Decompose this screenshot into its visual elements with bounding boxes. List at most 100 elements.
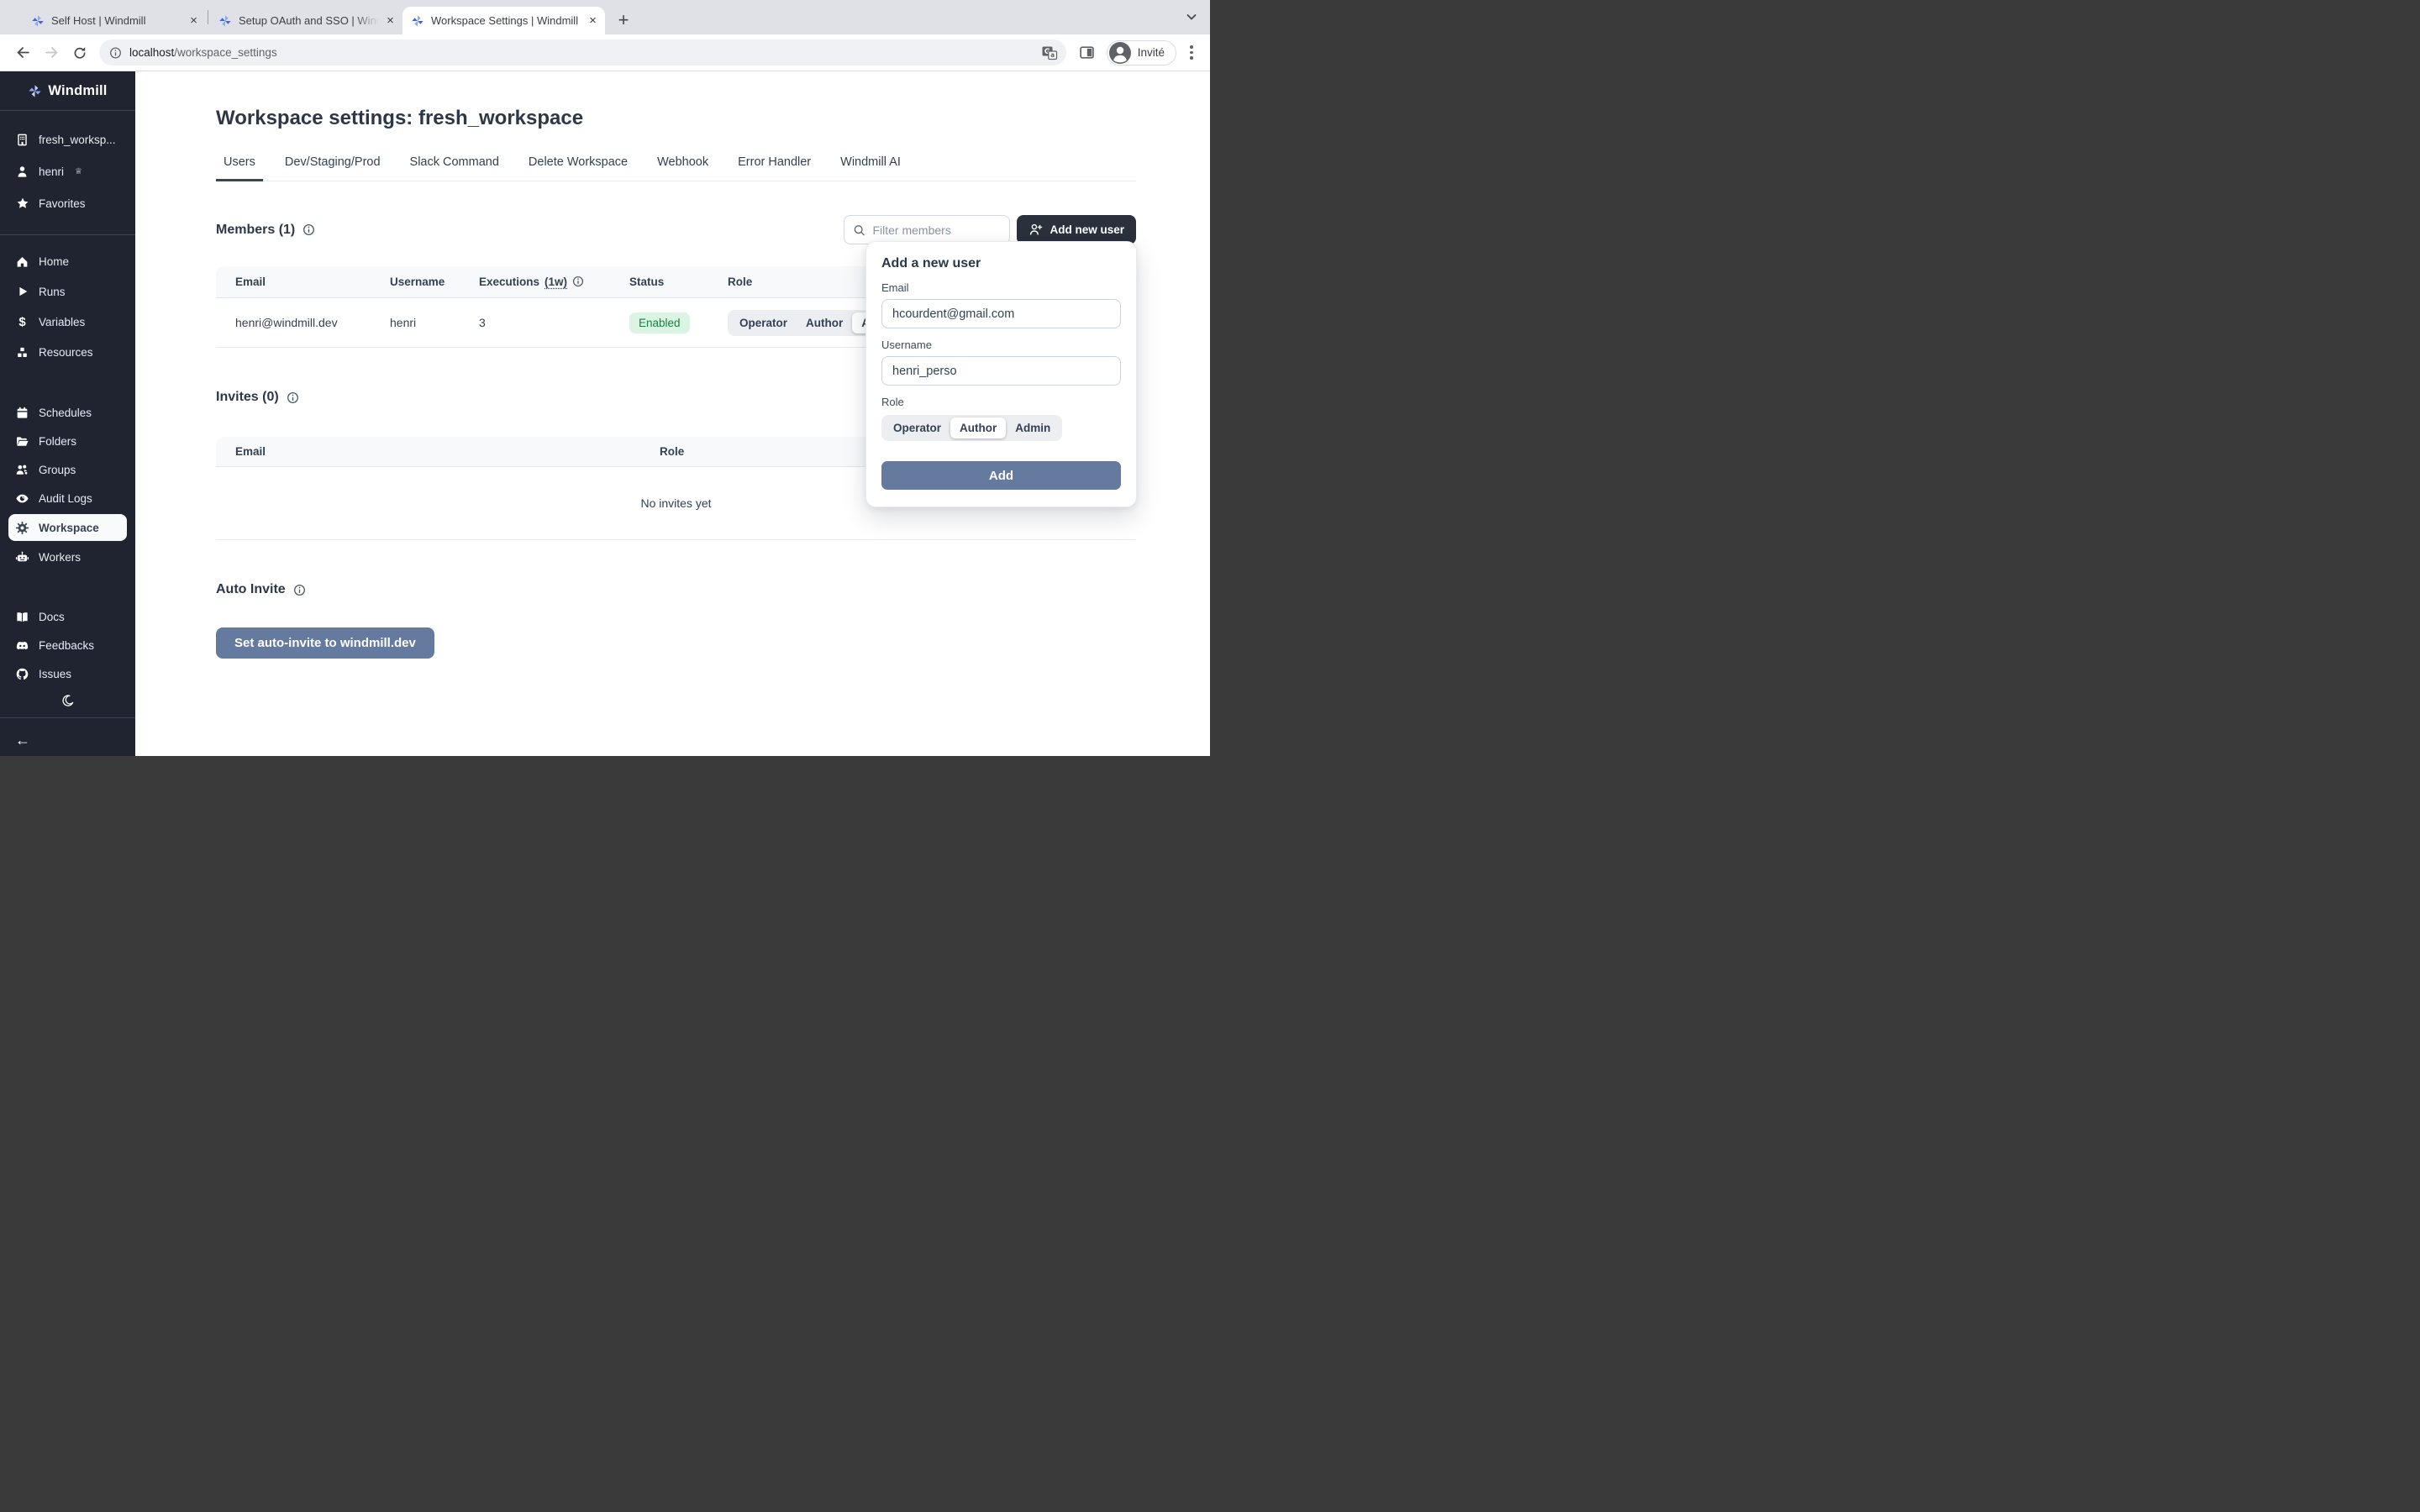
cubes-icon: [15, 345, 29, 360]
col-email: Email: [235, 445, 660, 458]
popup-title: Add a new user: [881, 256, 1121, 271]
superadmin-crown-icon: ♕: [75, 167, 82, 176]
role-option-operator[interactable]: Operator: [884, 417, 950, 438]
user-group-icon: [15, 463, 29, 477]
tab-delete-workspace[interactable]: Delete Workspace: [521, 155, 635, 181]
set-auto-invite-button[interactable]: Set auto-invite to windmill.dev: [216, 627, 434, 659]
info-icon[interactable]: [572, 276, 585, 288]
reload-button[interactable]: [67, 40, 92, 66]
sidebar-item-workspace-active[interactable]: Workspace: [8, 514, 127, 541]
home-icon: [15, 255, 29, 269]
browser-window: Self Host | Windmill × Setup OAuth and S…: [0, 0, 1210, 756]
book-icon: [15, 610, 29, 624]
sidebar-item-variables[interactable]: $ Variables: [0, 309, 135, 334]
gear-icon: [15, 521, 29, 535]
sidebar-item-runs[interactable]: Runs: [0, 279, 135, 304]
sidebar-item-groups[interactable]: Groups: [0, 457, 135, 482]
sidebar-user-menu[interactable]: henri ♕: [0, 159, 135, 184]
tab-title: Self Host | Windmill: [51, 14, 182, 27]
executions-label: Executions: [479, 276, 539, 288]
sidebar-item-audit-logs[interactable]: Audit Logs: [0, 486, 135, 511]
sidebar-item-feedbacks[interactable]: Feedbacks: [0, 633, 135, 658]
role-option-author[interactable]: Author: [797, 312, 852, 333]
sidebar-item-label: Folders: [39, 435, 76, 448]
user-plus-icon: [1028, 223, 1043, 237]
sidebar-item-docs[interactable]: Docs: [0, 604, 135, 629]
tab-error-handler[interactable]: Error Handler: [730, 155, 818, 181]
browser-menu-icon[interactable]: [1181, 45, 1202, 60]
member-email: henri@windmill.dev: [235, 316, 390, 329]
url-path: /workspace_settings: [174, 46, 276, 59]
role-option-operator[interactable]: Operator: [730, 312, 797, 333]
browser-profile-button[interactable]: Invité: [1107, 40, 1176, 66]
role-option-admin[interactable]: Admin: [1006, 417, 1060, 438]
email-field[interactable]: [881, 299, 1121, 328]
col-email: Email: [235, 276, 390, 288]
role-label: Role: [881, 396, 1121, 408]
play-icon: [15, 285, 29, 299]
sidebar-item-folders[interactable]: Folders: [0, 428, 135, 454]
forward-button[interactable]: [39, 40, 64, 66]
browser-tab-oauth-sso[interactable]: Setup OAuth and SSO | Windmi ×: [210, 7, 402, 34]
browser-tab-workspace-settings-active[interactable]: Workspace Settings | Windmill ×: [402, 7, 605, 34]
sidebar-item-resources[interactable]: Resources: [0, 339, 135, 365]
auto-invite-heading: Auto Invite: [216, 582, 1136, 597]
collapse-sidebar-arrow-icon[interactable]: ←: [15, 732, 30, 748]
side-panel-icon[interactable]: [1075, 40, 1100, 66]
workspace-switcher-label: fresh_worksp...: [39, 134, 116, 146]
username-field[interactable]: [881, 356, 1121, 386]
tab-webhook[interactable]: Webhook: [650, 155, 716, 181]
sidebar-item-label: Variables: [39, 316, 85, 328]
add-new-user-button[interactable]: Add new user: [1017, 215, 1136, 244]
dark-mode-moon-icon[interactable]: [60, 693, 75, 707]
sidebar-item-label: Issues: [39, 668, 71, 680]
windmill-logo[interactable]: Windmill: [0, 71, 135, 111]
sidebar-workspace-switcher[interactable]: fresh_worksp...: [0, 127, 135, 152]
windmill-favicon: [411, 14, 424, 28]
info-icon[interactable]: [293, 584, 306, 596]
tab-dev-staging-prod[interactable]: Dev/Staging/Prod: [277, 155, 388, 181]
site-info-icon[interactable]: [109, 46, 122, 59]
person-icon: [15, 165, 29, 179]
new-tab-button[interactable]: +: [612, 8, 635, 32]
col-executions: Executions (1w): [479, 276, 629, 288]
tab-windmill-ai[interactable]: Windmill AI: [833, 155, 908, 181]
tab-title: Setup OAuth and SSO | Windmi: [239, 14, 379, 27]
sidebar-item-label: Workspace: [39, 522, 99, 534]
address-bar[interactable]: localhost/workspace_settings Ga: [99, 39, 1066, 66]
dollar-icon: $: [15, 315, 29, 329]
sidebar-item-home[interactable]: Home: [0, 249, 135, 274]
tab-users[interactable]: Users: [216, 155, 263, 181]
star-icon: [15, 197, 29, 211]
sidebar-item-favorites[interactable]: Favorites: [0, 191, 135, 216]
sidebar-item-issues[interactable]: Issues: [0, 661, 135, 686]
col-username: Username: [390, 276, 479, 288]
translate-icon[interactable]: Ga: [1041, 45, 1058, 61]
settings-tabs: Users Dev/Staging/Prod Slack Command Del…: [216, 155, 1136, 181]
tab-slack-command[interactable]: Slack Command: [402, 155, 507, 181]
tab-close-icon[interactable]: ×: [586, 13, 600, 28]
sidebar-item-schedules[interactable]: Schedules: [0, 400, 135, 425]
tab-search-chevron-icon[interactable]: [1184, 9, 1199, 24]
windmill-logo-icon: [28, 84, 42, 98]
info-icon[interactable]: [302, 223, 315, 236]
search-icon: [853, 223, 865, 236]
tab-close-icon[interactable]: ×: [383, 13, 397, 28]
url-text: localhost/workspace_settings: [129, 46, 1041, 59]
info-icon[interactable]: [287, 391, 299, 404]
sidebar-item-workers[interactable]: Workers: [0, 544, 135, 570]
filter-members-input[interactable]: [872, 223, 1001, 237]
tab-close-icon[interactable]: ×: [187, 13, 201, 28]
sidebar-item-label: Workers: [39, 551, 81, 564]
page-title: Workspace settings: fresh_workspace: [216, 107, 1136, 130]
popup-role-segmented-control: Operator Author Admin: [881, 415, 1062, 441]
back-button[interactable]: [10, 40, 35, 66]
browser-tab-self-host[interactable]: Self Host | Windmill ×: [23, 7, 206, 34]
windmill-favicon: [218, 14, 232, 28]
executions-window-label: (1w): [544, 276, 567, 288]
popup-add-button[interactable]: Add: [881, 461, 1121, 490]
members-heading: Members (1): [216, 223, 315, 238]
sidebar-item-label: Home: [39, 255, 69, 268]
role-option-author-selected[interactable]: Author: [950, 417, 1006, 438]
sidebar-username: henri: [39, 165, 64, 178]
